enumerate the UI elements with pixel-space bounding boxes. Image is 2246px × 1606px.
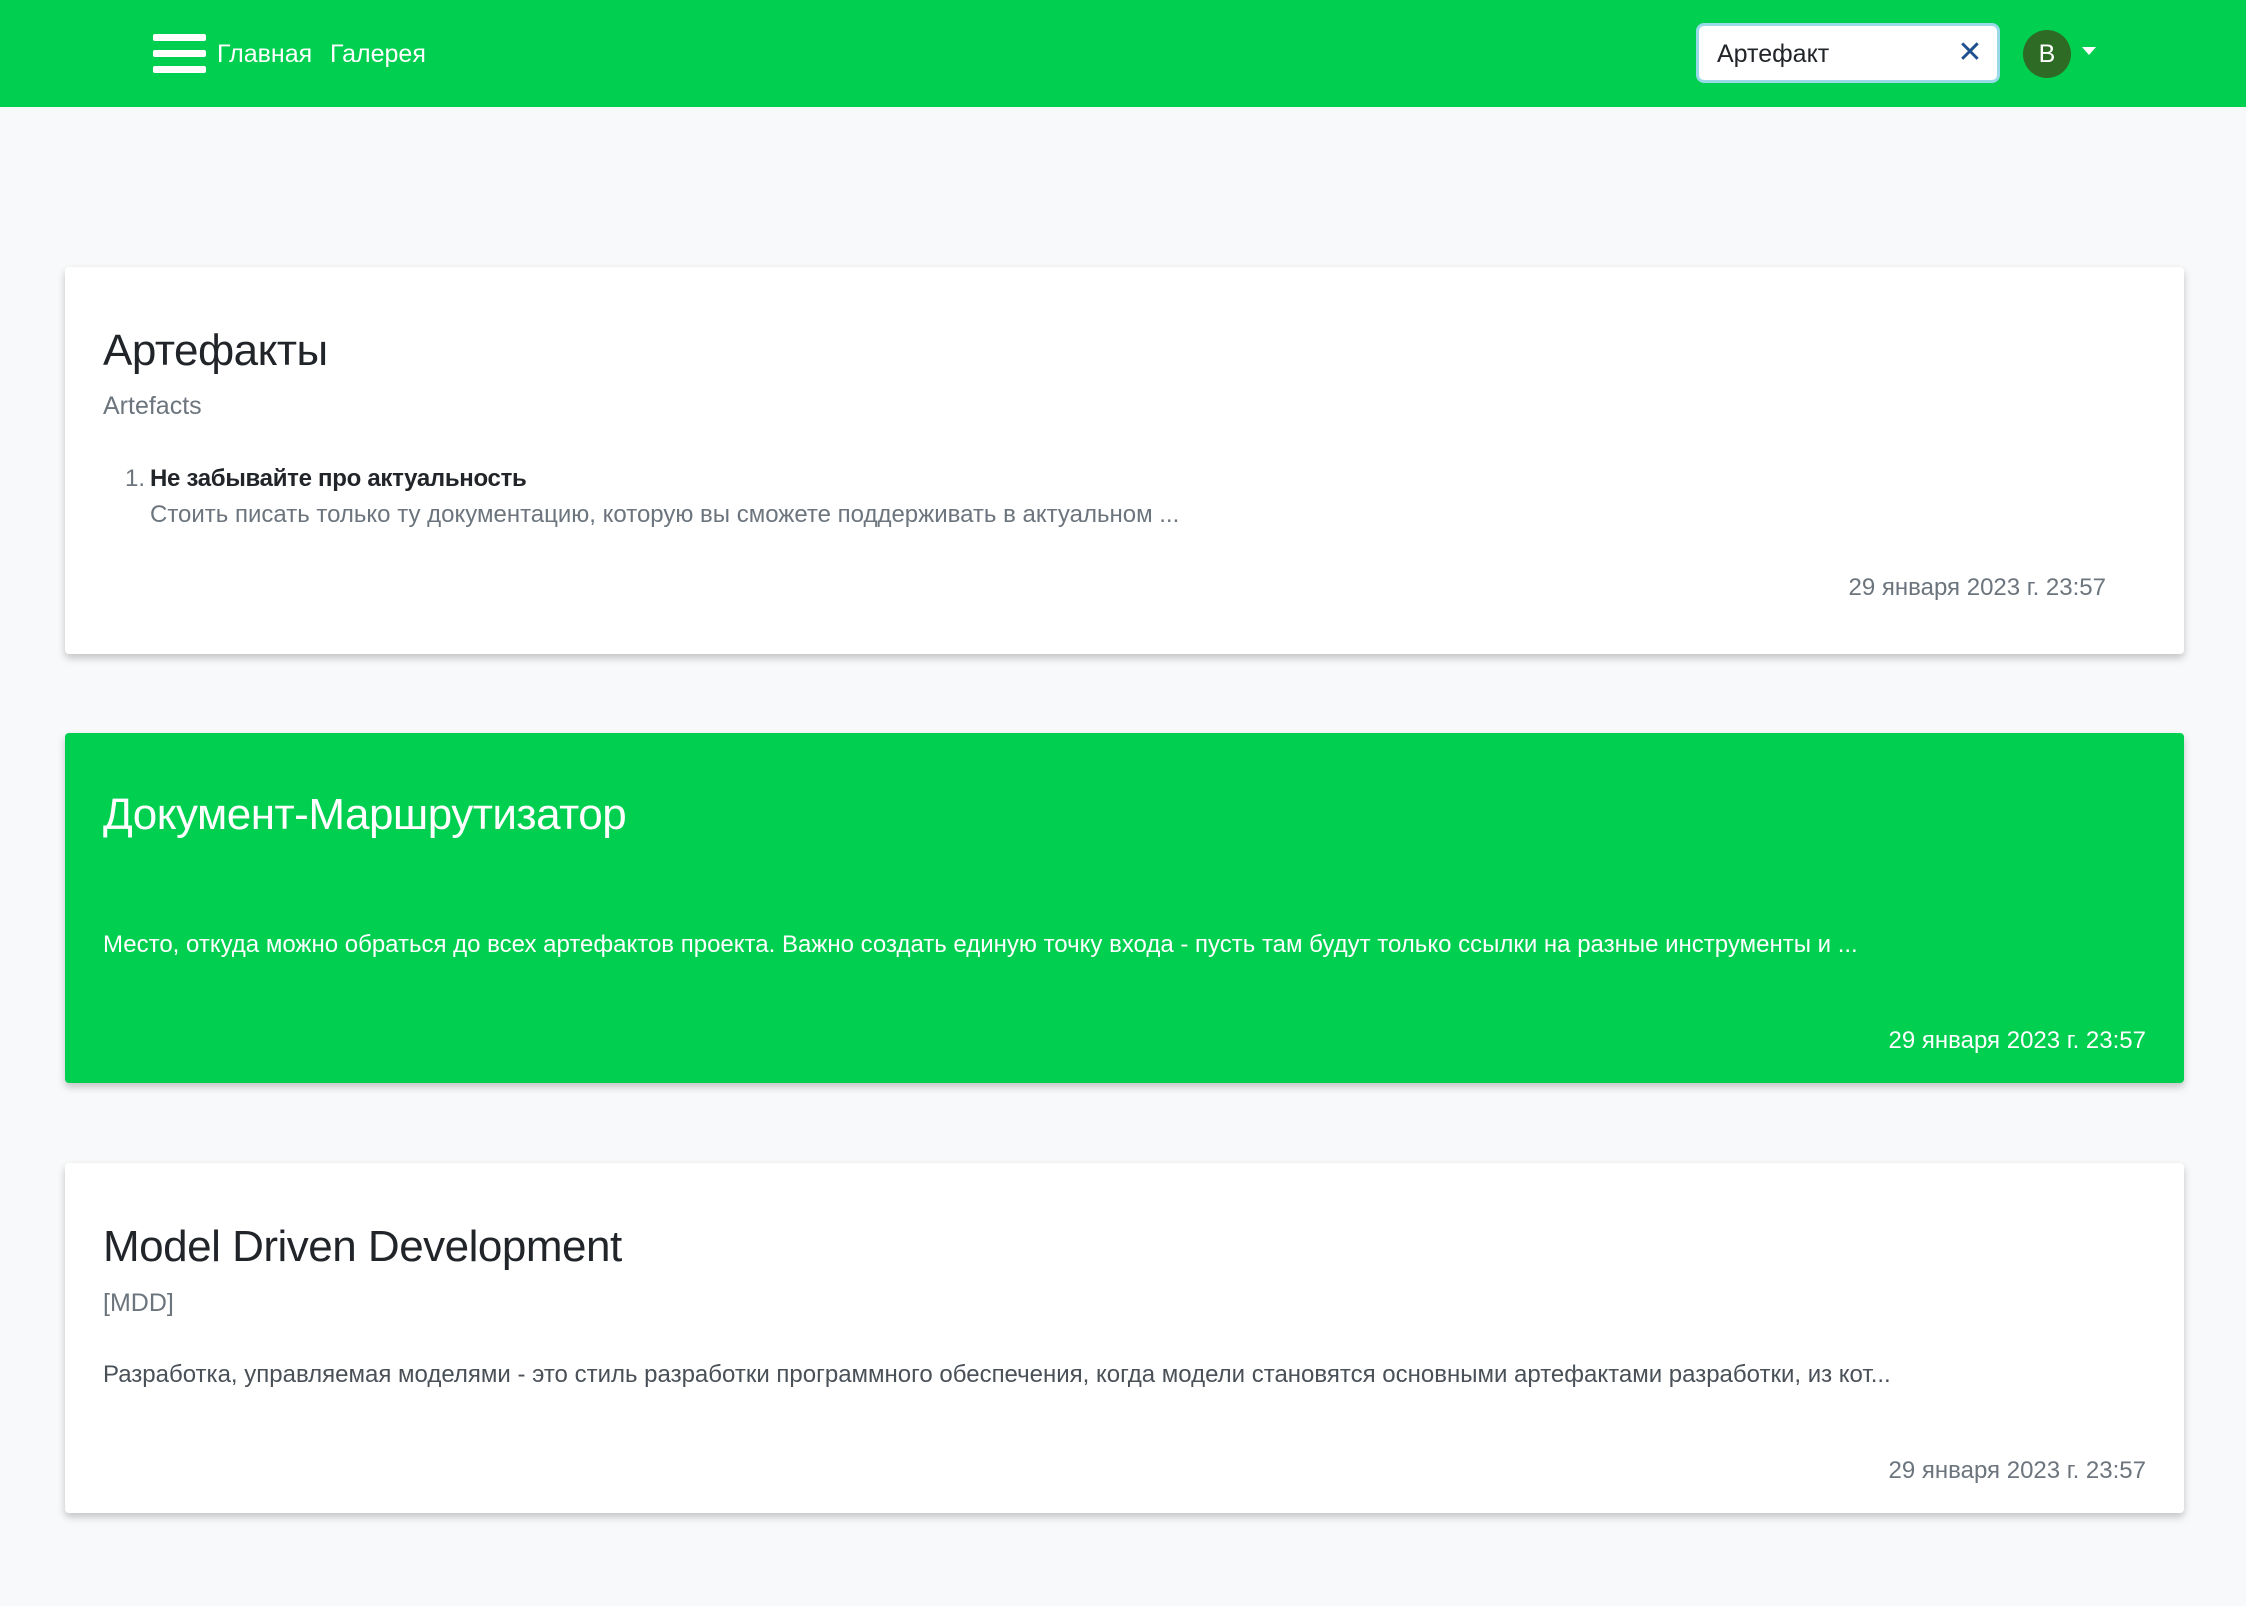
- result-card[interactable]: Model Driven Development [MDD] Разработк…: [65, 1163, 2184, 1513]
- top-navbar: Главная Галерея ✕ B: [0, 0, 2246, 107]
- card-date: 29 января 2023 г. 23:57: [1888, 1457, 2146, 1484]
- card-date: 29 января 2023 г. 23:57: [1888, 1027, 2146, 1054]
- card-subtitle: [MDD]: [103, 1289, 174, 1317]
- nav-link-home[interactable]: Главная: [217, 38, 312, 70]
- list-item-number: 1.: [125, 465, 146, 492]
- hamburger-line: [153, 34, 206, 41]
- search-box: ✕: [1696, 23, 2000, 83]
- card-date: 29 января 2023 г. 23:57: [1848, 574, 2106, 601]
- avatar[interactable]: B: [2023, 30, 2071, 78]
- result-card-highlighted[interactable]: Документ-Маршрутизатор Место, откуда мож…: [65, 733, 2184, 1083]
- hamburger-line: [153, 66, 206, 73]
- chevron-down-icon[interactable]: [2082, 47, 2096, 55]
- result-card[interactable]: Артефакты Artefacts 1. Не забывайте про …: [65, 267, 2184, 654]
- card-title[interactable]: Артефакты: [103, 323, 328, 379]
- card-title[interactable]: Документ-Маршрутизатор: [103, 787, 627, 843]
- hamburger-line: [153, 50, 206, 57]
- list-item-text: Стоить писать только ту документацию, ко…: [150, 501, 1180, 528]
- card-subtitle: Artefacts: [103, 392, 202, 420]
- list-item-title[interactable]: Не забывайте про актуальность: [150, 465, 527, 493]
- close-icon[interactable]: ✕: [1953, 36, 1987, 70]
- card-title[interactable]: Model Driven Development: [103, 1219, 622, 1275]
- hamburger-menu-icon[interactable]: [153, 34, 206, 74]
- search-input[interactable]: [1715, 26, 1949, 82]
- card-text: Разработка, управляемая моделями - это с…: [103, 1361, 1891, 1388]
- nav-link-gallery[interactable]: Галерея: [330, 38, 426, 70]
- card-text: Место, откуда можно обраться до всех арт…: [103, 931, 1858, 958]
